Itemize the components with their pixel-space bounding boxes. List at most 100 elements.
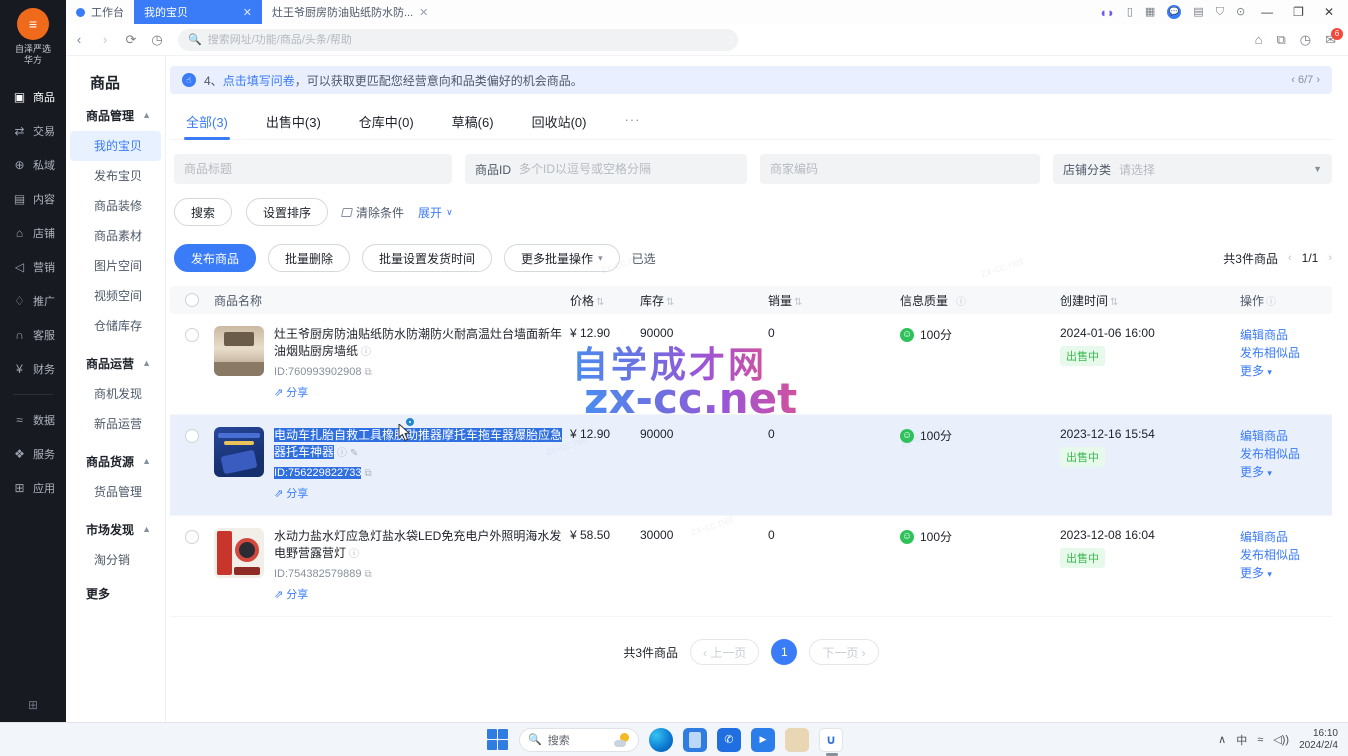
product-thumbnail[interactable]: [214, 326, 264, 376]
nav-section-goods-management[interactable]: 商品管理▲: [66, 99, 165, 131]
more-actions-link[interactable]: 更多 ▾: [1240, 362, 1332, 381]
prev-page-button[interactable]: ‹ 上一页: [690, 639, 759, 665]
copy-icon[interactable]: ⧉: [364, 367, 371, 378]
edge-browser-icon[interactable]: [649, 728, 673, 752]
shop-category-select[interactable]: 店铺分类 请选择 ▼: [1053, 154, 1332, 184]
row-checkbox[interactable]: [185, 429, 199, 443]
sidebar-item-warehouse-stock[interactable]: 仓储库存: [66, 311, 165, 341]
language-indicator[interactable]: 中: [1236, 732, 1247, 748]
edit-product-link[interactable]: 编辑商品: [1240, 528, 1332, 546]
sidebar-item-goods-management[interactable]: 货品管理: [66, 477, 165, 507]
next-page-button[interactable]: 下一页 ›: [809, 639, 878, 665]
sidebar-collapse-icon[interactable]: ⊞: [0, 698, 66, 712]
product-id-input[interactable]: [519, 162, 737, 176]
sidebar-item-publish-product[interactable]: 发布宝贝: [66, 161, 165, 191]
row-checkbox[interactable]: [185, 328, 199, 342]
sidebar-item-shop[interactable]: ⌂店铺: [0, 216, 66, 250]
sidebar-item-my-products[interactable]: 我的宝贝: [70, 131, 161, 161]
sidebar-item-customer-service[interactable]: ∩客服: [0, 318, 66, 352]
file-icon[interactable]: ▤: [1193, 7, 1203, 18]
batch-ship-time-button[interactable]: 批量设置发货时间: [362, 244, 492, 272]
sidebar-item-data[interactable]: ≈数据: [0, 403, 66, 437]
home-icon[interactable]: ⌂: [1255, 33, 1263, 46]
product-title[interactable]: 灶王爷厨房防油贴纸防水防潮防火耐高温灶台墙面新年油烟贴厨房墙纸ⓘ: [274, 326, 570, 361]
publish-product-button[interactable]: 发布商品: [174, 244, 256, 272]
survey-link[interactable]: 点击填写问卷: [223, 74, 295, 88]
product-thumbnail[interactable]: [214, 427, 264, 477]
sidebar-item-opportunity-discovery[interactable]: 商机发现: [66, 379, 165, 409]
select-all-checkbox[interactable]: [185, 293, 199, 307]
sidebar-item-finance[interactable]: ¥财务: [0, 352, 66, 386]
qianniu-app-icon[interactable]: ∪: [819, 728, 843, 752]
merchant-code-field[interactable]: [760, 154, 1040, 184]
tab-in-warehouse[interactable]: 仓库中(0): [357, 106, 416, 139]
column-price[interactable]: 价格⇅: [570, 292, 640, 309]
forward-button[interactable]: ›: [92, 32, 118, 47]
taskbar-search[interactable]: 🔍 搜索: [519, 728, 639, 752]
set-sort-button[interactable]: 设置排序: [246, 198, 328, 226]
shield-icon[interactable]: ⛉: [1216, 7, 1224, 18]
close-button[interactable]: ✕: [1320, 5, 1338, 19]
misc-app-icon[interactable]: [785, 728, 809, 752]
clear-filters-button[interactable]: 清除条件: [342, 204, 404, 221]
product-title-input[interactable]: [184, 162, 442, 176]
column-sales[interactable]: 销量⇅: [768, 292, 900, 309]
row-checkbox[interactable]: [185, 530, 199, 544]
nav-section-market-discovery[interactable]: 市场发现▲: [66, 513, 165, 545]
product-thumbnail[interactable]: [214, 528, 264, 578]
more-batch-ops-button[interactable]: 更多批量操作▾: [504, 244, 620, 272]
edit-product-link[interactable]: 编辑商品: [1240, 427, 1332, 445]
nav-section-goods-operation[interactable]: 商品运营▲: [66, 347, 165, 379]
product-title[interactable]: 电动车扎胎自救工具橡胶助推器摩托车拖车器爆胎应急器托车神器ⓘ✎: [274, 427, 570, 462]
edit-product-link[interactable]: 编辑商品: [1240, 326, 1332, 344]
more-actions-link[interactable]: 更多 ▾: [1240, 564, 1332, 583]
sidebar-item-content[interactable]: ▤内容: [0, 182, 66, 216]
tab-more[interactable]: ···: [622, 106, 642, 139]
qianniu-cat-icon[interactable]: ◖◗: [1099, 6, 1115, 19]
column-stock[interactable]: 库存⇅: [640, 292, 768, 309]
phone-app-icon[interactable]: [683, 728, 707, 752]
prev-page-icon[interactable]: ‹: [1288, 252, 1292, 264]
history-icon[interactable]: ◷: [144, 32, 170, 48]
column-created[interactable]: 创建时间⇅: [1060, 292, 1240, 309]
batch-delete-button[interactable]: 批量删除: [268, 244, 350, 272]
network-icon[interactable]: ≈: [1257, 734, 1263, 746]
taskbar-clock[interactable]: 16:10 2024/2/4: [1299, 728, 1338, 752]
publish-similar-link[interactable]: 发布相似品: [1240, 344, 1332, 362]
product-id-field[interactable]: 商品ID: [465, 154, 747, 184]
refresh-button[interactable]: ⟳: [118, 32, 144, 48]
minimize-button[interactable]: —: [1257, 5, 1277, 19]
store-logo[interactable]: ≡: [17, 8, 49, 40]
next-page-icon[interactable]: ›: [1328, 252, 1332, 264]
maximize-button[interactable]: ❐: [1289, 5, 1308, 19]
sidebar-item-product-material[interactable]: 商品素材: [66, 221, 165, 251]
sidebar-item-tao-distribution[interactable]: 淘分销: [66, 545, 165, 575]
tab-recycle-bin[interactable]: 回收站(0): [530, 106, 589, 139]
sidebar-item-private-domain[interactable]: ⊕私域: [0, 148, 66, 182]
info-icon[interactable]: ⓘ: [1266, 297, 1276, 308]
sidebar-item-new-product-operation[interactable]: 新品运营: [66, 409, 165, 439]
share-link[interactable]: ⇗分享: [274, 486, 570, 503]
tray-chevron-up-icon[interactable]: ∧: [1218, 733, 1226, 746]
volume-icon[interactable]: ◁)): [1273, 733, 1289, 746]
nav-section-goods-supply[interactable]: 商品货源▲: [66, 445, 165, 477]
tab-all[interactable]: 全部(3): [184, 106, 230, 139]
pages-icon[interactable]: ⧉: [1276, 33, 1285, 46]
search-button[interactable]: 搜索: [174, 198, 232, 226]
mail-icon[interactable]: ✉6: [1325, 33, 1336, 46]
tab-on-sale[interactable]: 出售中(3): [264, 106, 323, 139]
close-tab-icon[interactable]: ✕: [419, 6, 428, 19]
expand-filters-button[interactable]: 展开∨: [418, 204, 453, 221]
tab-my-products[interactable]: 我的宝贝✕: [134, 0, 262, 24]
address-search-bar[interactable]: 🔍: [178, 29, 738, 51]
share-link[interactable]: ⇗分享: [274, 385, 570, 402]
sidebar-item-trade[interactable]: ⇄交易: [0, 114, 66, 148]
phone-icon[interactable]: ▯: [1127, 7, 1133, 18]
sidebar-item-apps[interactable]: ⊞应用: [0, 471, 66, 505]
close-tab-icon[interactable]: ✕: [243, 6, 252, 19]
address-search-input[interactable]: [208, 34, 728, 46]
clock-icon[interactable]: ◷: [1300, 33, 1311, 46]
edit-icon[interactable]: ✎: [350, 448, 358, 459]
sidebar-item-promotion[interactable]: ♢推广: [0, 284, 66, 318]
video-app-icon[interactable]: ▶: [751, 728, 775, 752]
